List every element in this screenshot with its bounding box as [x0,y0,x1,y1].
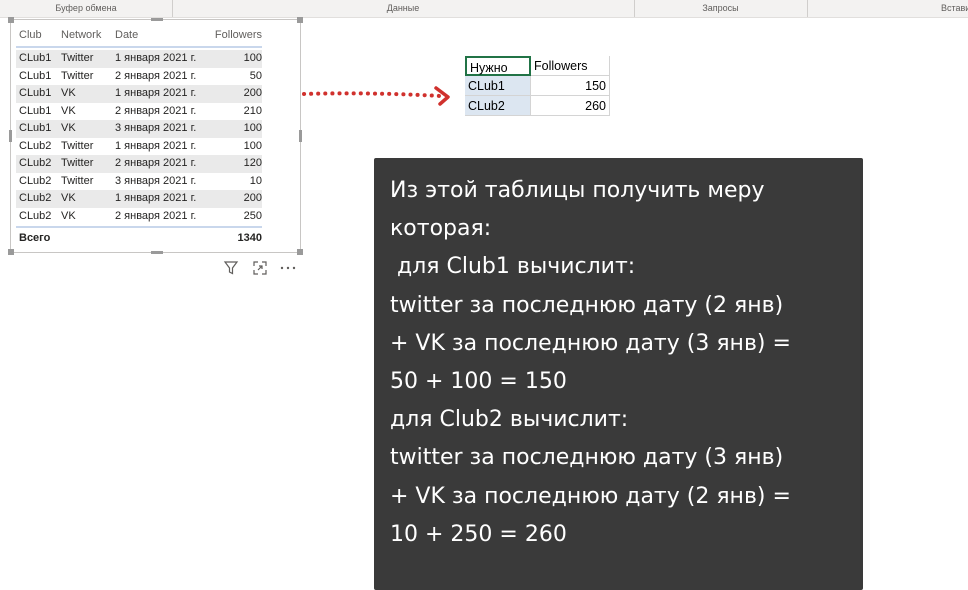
note-line: twitter за последнюю дату (3 янв) [390,445,784,471]
cell-club: CLub1 [19,87,52,99]
cell-date: 1 января 2021 г. [115,87,197,99]
ribbon-group-clipboard: Буфер обмена [0,0,173,17]
table-row: CLub2 VK 2 января 2021 г. 250 [16,208,262,226]
cell-followers: 100 [243,139,262,152]
resize-handle-right[interactable] [299,130,302,142]
cell-followers: 10 [249,174,262,187]
cell-club: CLub1 [19,52,52,64]
cell-club: CLub2 [19,139,52,152]
cell-club: CLub2 [19,157,52,169]
total-value: 1340 [237,232,262,244]
cell-club[interactable]: CLub2 [465,96,531,116]
resize-handle-top-left[interactable] [8,17,14,23]
cell-followers: 100 [243,122,262,134]
cell-date: 2 января 2021 г. [115,157,197,169]
table-row: CLub1 VK 2 января 2021 г. 210 [16,103,262,121]
cell-date: 3 января 2021 г. [115,174,197,187]
table-row: CLub2 Twitter 3 января 2021 г. 10 [16,173,262,191]
table-row: CLub2 VK 1 января 2021 г. 200 [16,190,262,208]
cell-followers: 120 [243,157,262,169]
data-table: Club Network Date Followers CLub1 Twitte… [16,24,262,248]
table-total-row: Всего 1340 [16,226,262,248]
cell-date: 3 января 2021 г. [115,122,197,134]
cell-header-followers[interactable]: Followers [531,56,610,76]
more-options-icon[interactable] [279,260,297,279]
resize-handle-top-right[interactable] [297,17,303,23]
ribbon-group-queries: Запросы [634,0,808,17]
ribbon-group-insert: Вставить [941,3,968,13]
cell-followers: 100 [243,52,262,64]
cell-network: Twitter [61,157,94,169]
note-line: twitter за последнюю дату (2 янв) [390,292,784,318]
focus-mode-icon[interactable] [252,260,268,279]
note-line: + VK за последнюю дату (3 янв) = [390,330,791,356]
cell-club: CLub1 [19,122,52,134]
note-line: Из этой таблицы получить меру [390,178,765,203]
cell-club: CLub2 [19,209,52,222]
table-row: CLub2 Twitter 1 января 2021 г. 100 [16,138,262,156]
cell-date: 1 января 2021 г. [115,192,197,204]
column-header-date[interactable]: Date [115,24,138,46]
resize-handle-bottom[interactable] [151,251,163,254]
note-line: для Club2 вычислит: [390,407,629,433]
resize-handle-left[interactable] [9,130,12,142]
cell-network: VK [61,87,76,99]
column-header-club[interactable]: Club [19,24,42,46]
note-line: для Club1 вычислит: [390,254,636,280]
ribbon-group-labels: Буфер обмена Данные Запросы Вставить [0,0,968,18]
cell-followers: 200 [243,87,262,99]
filter-icon[interactable] [223,260,239,279]
cell-network: VK [61,104,76,117]
cell-network: Twitter [61,174,94,187]
cell-network: VK [61,122,76,134]
cell-header-needed[interactable]: Нужно [465,56,531,76]
dotted-arrow-icon [302,86,450,106]
explanation-note: Из этой таблицы получить меру которая: д… [374,158,863,590]
cell-club: CLub1 [19,104,52,117]
cell-followers[interactable]: 150 [531,76,610,96]
table-row: CLub1 Twitter 2 января 2021 г. 50 [16,68,262,86]
resize-handle-top[interactable] [151,18,163,21]
cell-network: Twitter [61,69,94,82]
cell-followers: 50 [249,69,262,82]
ribbon-group-data: Данные [172,0,635,17]
table-row: CLub1 Twitter 1 января 2021 г. 100 [16,50,262,68]
cell-club[interactable]: CLub1 [465,76,531,96]
cell-date: 1 января 2021 г. [115,139,197,152]
note-line: 10 + 250 = 260 [390,521,567,547]
cell-club: CLub2 [19,192,52,204]
cell-followers: 200 [243,192,262,204]
column-header-followers[interactable]: Followers [215,24,262,46]
cell-followers[interactable]: 260 [531,96,610,116]
note-line: + VK за последнюю дату (2 янв) = [390,483,791,509]
table-row: CLub2 Twitter 2 января 2021 г. 120 [16,155,262,173]
column-header-network[interactable]: Network [61,24,101,46]
table-header-row: Club Network Date Followers [16,24,262,48]
note-line: 50 + 100 = 150 [390,368,567,394]
cell-club: CLub2 [19,174,52,187]
cell-network: VK [61,192,76,204]
cell-date: 2 января 2021 г. [115,104,197,117]
note-line: которая: [390,216,492,242]
cell-network: VK [61,209,76,222]
cell-network: Twitter [61,52,94,64]
table-row: CLub1 VK 3 января 2021 г. 100 [16,120,262,138]
cell-followers: 210 [243,104,262,117]
cell-date: 2 января 2021 г. [115,209,197,222]
total-label: Всего [19,232,51,244]
cell-date: 2 января 2021 г. [115,69,197,82]
cell-followers: 250 [243,209,262,222]
cell-club: CLub1 [19,69,52,82]
cell-date: 1 января 2021 г. [115,52,197,64]
resize-handle-bottom-right[interactable] [297,249,303,255]
table-visual[interactable]: Club Network Date Followers CLub1 Twitte… [8,17,303,255]
table-row: CLub1 VK 1 января 2021 г. 200 [16,85,262,103]
resize-handle-bottom-left[interactable] [8,249,14,255]
cell-network: Twitter [61,139,94,152]
